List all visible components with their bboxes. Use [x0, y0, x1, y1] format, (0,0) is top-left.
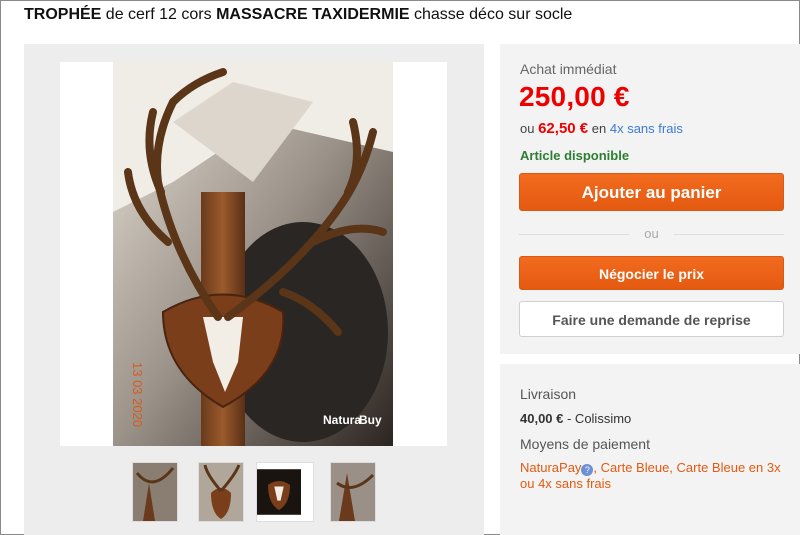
title-part-1: TROPHÉE [24, 6, 102, 23]
payment-naturapay[interactable]: NaturaPay [520, 460, 581, 475]
title-part-4: chasse déco sur socle [409, 6, 573, 23]
availability-status: Article disponible [520, 148, 630, 163]
or-separator: ou [519, 226, 784, 242]
installment-prefix: ou [520, 121, 535, 136]
installment-link[interactable]: 4x sans frais [610, 121, 683, 136]
date-stamp: 13 03 2020 [130, 362, 145, 427]
purchase-type-label: Achat immédiat [520, 61, 617, 77]
title-part-2: de cerf 12 cors [101, 6, 217, 23]
main-product-image[interactable]: 13 03 2020 Natura Buy [113, 62, 393, 446]
shipping-label: Livraison [520, 386, 577, 402]
watermark-left: Natura [323, 413, 361, 427]
watermark-right: Buy [359, 413, 382, 427]
thumbnail-4[interactable] [330, 462, 376, 522]
installment-price: 62,50 € [538, 120, 589, 137]
add-to-cart-button[interactable]: Ajouter au panier [519, 173, 784, 211]
separator-line-right [674, 234, 784, 235]
thumbnail-1[interactable] [132, 462, 178, 522]
antler-photo: 13 03 2020 Natura Buy [113, 62, 393, 446]
thumbnail-3[interactable] [256, 462, 314, 522]
help-icon[interactable]: ? [581, 464, 594, 476]
price: 250,00 € [519, 81, 630, 112]
product-title: TROPHÉE de cerf 12 cors MASSACRE TAXIDER… [24, 6, 572, 24]
payment-methods-label: Moyens de paiement [520, 436, 650, 452]
thumbnail-strip [132, 462, 382, 524]
title-part-3: MASSACRE TAXIDERMIE [216, 6, 410, 23]
shipping-method: - Colissimo [563, 411, 632, 426]
payment-methods-list: NaturaPay?, Carte Bleue, Carte Bleue en … [520, 460, 790, 492]
negotiate-price-button[interactable]: Négocier le prix [519, 256, 784, 290]
shipping-price: 40,00 € [520, 411, 564, 426]
installment-line: ou 62,50 € en 4x sans frais [520, 120, 683, 137]
installment-mid: en [591, 121, 607, 136]
or-label: ou [644, 226, 659, 241]
naturabuy-watermark: Natura Buy [323, 413, 382, 427]
separator-line-left [519, 234, 629, 235]
trade-in-request-button[interactable]: Faire une demande de reprise [519, 301, 784, 337]
shipping-info: 40,00 € - Colissimo [520, 411, 631, 426]
thumbnail-2[interactable] [198, 462, 244, 522]
